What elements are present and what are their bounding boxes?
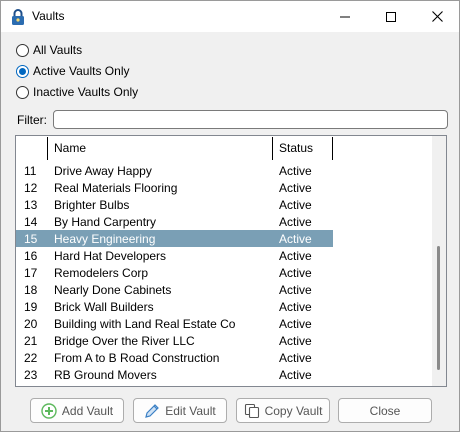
vault-id: 21	[24, 334, 38, 348]
close-window-button[interactable]	[414, 1, 460, 32]
vault-status: Active	[279, 181, 312, 195]
vault-name: Nearly Done Cabinets	[54, 283, 172, 297]
vault-status: Active	[279, 368, 312, 382]
vaults-list[interactable]: Name Status 11 Drive Away Happy Active 12 Re…	[15, 135, 447, 387]
vault-id: 20	[24, 317, 38, 331]
vault-name: Brick Wall Builders	[54, 300, 154, 314]
vault-id: 12	[24, 181, 38, 195]
vault-status: Active	[279, 164, 312, 178]
vault-name: Remodelers Corp	[54, 266, 149, 280]
copy-vault-label: Copy Vault	[264, 403, 323, 418]
radio-button[interactable]	[16, 64, 29, 78]
column-separator[interactable]	[332, 137, 333, 160]
column-separator[interactable]	[272, 137, 273, 160]
radio-button[interactable]	[16, 85, 29, 99]
vault-id: 14	[24, 215, 38, 229]
table-row[interactable]: 13 Brighter Bulbs Active	[16, 196, 432, 213]
table-row[interactable]: 23 RB Ground Movers Active	[16, 366, 432, 383]
vault-status: Active	[279, 300, 312, 314]
vault-status: Active	[279, 266, 312, 280]
filter-input[interactable]	[53, 110, 448, 129]
minimize-icon	[340, 16, 350, 17]
window-title: Vaults	[32, 9, 65, 23]
vault-name: Real Materials Flooring	[54, 181, 178, 195]
radio-active-vaults-only[interactable]: Active Vaults Only	[16, 63, 129, 79]
vault-status: Active	[279, 215, 312, 229]
vault-id: 23	[24, 368, 38, 382]
title-bar: Vaults	[1, 1, 459, 32]
table-row[interactable]: 15 Heavy Engineering Active	[16, 230, 432, 247]
edit-vault-label: Edit Vault	[165, 403, 216, 418]
filter-label: Filter:	[17, 113, 47, 127]
vault-status: Active	[279, 351, 312, 365]
table-row[interactable]: 11 Drive Away Happy Active	[16, 162, 432, 179]
vault-id: 18	[24, 283, 38, 297]
vault-id: 19	[24, 300, 38, 314]
vault-name: Building with Land Real Estate Co	[54, 317, 236, 331]
vault-status: Active	[279, 249, 312, 263]
column-header-status[interactable]: Status	[279, 136, 313, 160]
vault-status: Active	[279, 283, 312, 297]
table-row[interactable]: 12 Real Materials Flooring Active	[16, 179, 432, 196]
vault-id: 16	[24, 249, 38, 263]
maximize-button[interactable]	[368, 1, 414, 32]
column-separator[interactable]	[47, 137, 48, 160]
vault-name: Hard Hat Developers	[54, 249, 167, 263]
table-row[interactable]: 14 By Hand Carpentry Active	[16, 213, 432, 230]
minimize-button[interactable]	[322, 1, 368, 32]
vault-id: 17	[24, 266, 38, 280]
vault-status: Active	[279, 317, 312, 331]
radio-button[interactable]	[16, 43, 29, 57]
copy-vault-button[interactable]: Copy Vault	[236, 398, 330, 423]
plus-circle-icon	[41, 402, 57, 419]
scrollbar-thumb[interactable]	[437, 246, 440, 370]
vault-name: From A to B Road Construction	[54, 351, 220, 365]
vault-name: Bridge Over the River LLC	[54, 334, 195, 348]
vault-name: Drive Away Happy	[54, 164, 152, 178]
table-row[interactable]: 21 Bridge Over the River LLC Active	[16, 332, 432, 349]
padlock-icon	[12, 9, 24, 25]
table-row[interactable]: 17 Remodelers Corp Active	[16, 264, 432, 281]
close-label: Close	[369, 403, 401, 418]
vault-status: Active	[279, 232, 312, 246]
close-icon	[431, 11, 443, 22]
radio-label: Active Vaults Only	[33, 64, 130, 78]
vault-status: Active	[279, 198, 312, 212]
table-row[interactable]: 16 Hard Hat Developers Active	[16, 247, 432, 264]
add-vault-button[interactable]: Add Vault	[30, 398, 124, 423]
radio-label: Inactive Vaults Only	[33, 85, 139, 99]
table-row[interactable]: 22 From A to B Road Construction Active	[16, 349, 432, 366]
column-header-name[interactable]: Name	[54, 136, 86, 160]
close-button[interactable]: Close	[338, 398, 432, 423]
table-row[interactable]: 18 Nearly Done Cabinets Active	[16, 281, 432, 298]
vertical-scrollbar[interactable]	[432, 136, 446, 386]
copy-icon	[244, 403, 259, 418]
add-vault-label: Add Vault	[61, 403, 114, 418]
list-header: Name Status	[16, 136, 432, 160]
vault-id: 11	[24, 164, 37, 178]
radio-all-vaults[interactable]: All Vaults	[16, 42, 82, 58]
table-row[interactable]: 19 Brick Wall Builders Active	[16, 298, 432, 315]
vault-name: RB Ground Movers	[54, 368, 157, 382]
radio-inactive-vaults-only[interactable]: Inactive Vaults Only	[16, 84, 138, 100]
vault-id: 13	[24, 198, 38, 212]
vault-status: Active	[279, 334, 312, 348]
vault-name: Brighter Bulbs	[54, 198, 130, 212]
vault-id: 22	[24, 351, 38, 365]
maximize-icon	[386, 11, 396, 22]
radio-label: All Vaults	[33, 43, 83, 57]
table-row[interactable]: 20 Building with Land Real Estate Co Activ…	[16, 315, 432, 332]
pencil-icon	[145, 403, 160, 418]
vaults-window: Vaults All Vaults Active Vaults Only Ina…	[0, 0, 460, 432]
vault-id: 15	[24, 232, 38, 246]
vault-name: Heavy Engineering	[54, 232, 156, 246]
vault-name: By Hand Carpentry	[54, 215, 157, 229]
edit-vault-button[interactable]: Edit Vault	[133, 398, 227, 423]
